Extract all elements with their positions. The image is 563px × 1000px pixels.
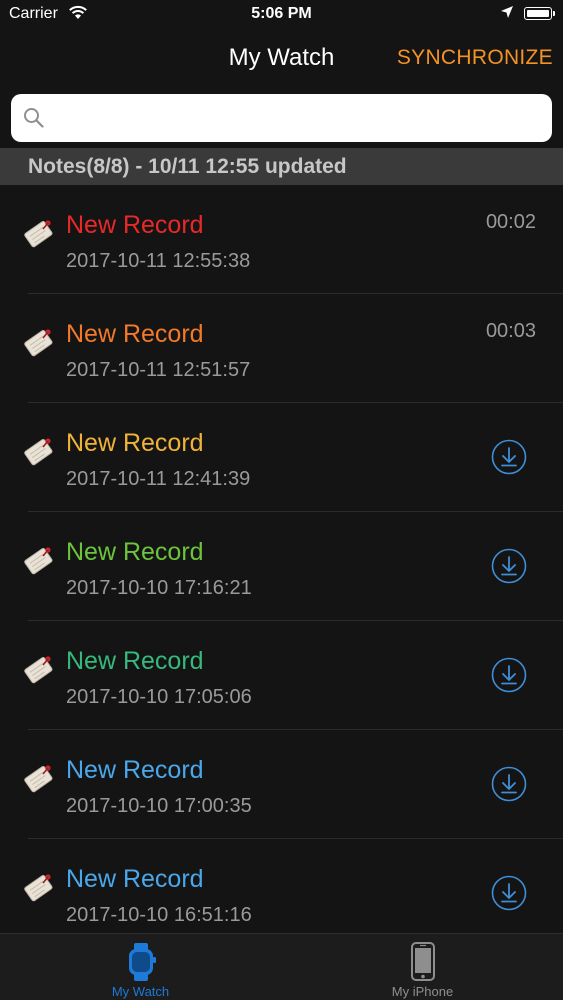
- table-row[interactable]: New Record 2017-10-11 12:41:39: [0, 403, 563, 512]
- download-icon[interactable]: [491, 439, 527, 480]
- record-date: 2017-10-10 17:16:21: [66, 577, 252, 599]
- tab-bar: My Watch My iPhone: [0, 933, 563, 1000]
- record-name: New Record: [66, 865, 204, 893]
- watch-icon: [125, 942, 157, 987]
- status-time: 5:06 PM: [251, 5, 312, 22]
- record-name: New Record: [66, 756, 204, 784]
- synchronize-button[interactable]: SYNCHRONIZE: [397, 46, 553, 70]
- note-icon: [22, 324, 58, 363]
- download-icon[interactable]: [491, 657, 527, 698]
- record-name: New Record: [66, 647, 204, 675]
- search-icon: [23, 107, 45, 134]
- record-date: 2017-10-11 12:41:39: [66, 468, 251, 490]
- note-icon: [22, 215, 58, 254]
- table-row[interactable]: New Record 2017-10-10 17:05:06: [0, 621, 563, 730]
- status-bar: Carrier 5:06 PM: [0, 0, 563, 30]
- note-icon: [22, 760, 58, 799]
- tab-my-watch[interactable]: My Watch: [0, 934, 281, 1000]
- download-icon[interactable]: [491, 766, 527, 807]
- table-row[interactable]: New Record 2017-10-10 16:51:16: [0, 839, 563, 933]
- record-name: New Record: [66, 211, 204, 239]
- record-duration: 00:02: [485, 211, 536, 233]
- download-icon[interactable]: [491, 548, 527, 589]
- record-date: 2017-10-10 17:00:35: [66, 795, 252, 817]
- record-name: New Record: [66, 429, 204, 457]
- note-icon: [22, 869, 58, 908]
- record-name: New Record: [66, 320, 204, 348]
- record-date: 2017-10-10 17:05:06: [66, 686, 252, 708]
- note-icon: [22, 651, 58, 690]
- record-date: 2017-10-10 16:51:16: [66, 904, 252, 926]
- table-row[interactable]: New Record 2017-10-10 17:00:35: [0, 730, 563, 839]
- navigation-bar: My Watch SYNCHRONIZE: [0, 30, 563, 88]
- table-row[interactable]: New Record 2017-10-11 12:51:57 00:03: [0, 294, 563, 403]
- search-input[interactable]: [55, 102, 539, 134]
- table-row[interactable]: New Record 2017-10-10 17:16:21: [0, 512, 563, 621]
- record-name: New Record: [66, 538, 204, 566]
- section-header: Notes(8/8) - 10/11 12:55 updated: [0, 148, 563, 185]
- iphone-icon: [410, 942, 436, 987]
- record-date: 2017-10-11 12:55:38: [66, 250, 251, 272]
- records-list: New Record 2017-10-11 12:55:38 00:02 New Re…: [0, 185, 563, 933]
- record-duration: 00:03: [485, 320, 536, 342]
- table-row[interactable]: New Record 2017-10-11 12:55:38 00:02: [0, 185, 563, 294]
- location-arrow-icon: [500, 5, 514, 24]
- tab-my-iphone[interactable]: My iPhone: [282, 934, 563, 1000]
- battery-icon: [524, 7, 555, 20]
- download-icon[interactable]: [491, 875, 527, 916]
- tab-label-my-iphone: My iPhone: [391, 984, 454, 999]
- search-bar: [0, 88, 563, 146]
- note-icon: [22, 433, 58, 472]
- record-date: 2017-10-11 12:51:57: [66, 359, 251, 381]
- search-field[interactable]: [11, 94, 552, 142]
- tab-label-my-watch: My Watch: [111, 984, 170, 999]
- note-icon: [22, 542, 58, 581]
